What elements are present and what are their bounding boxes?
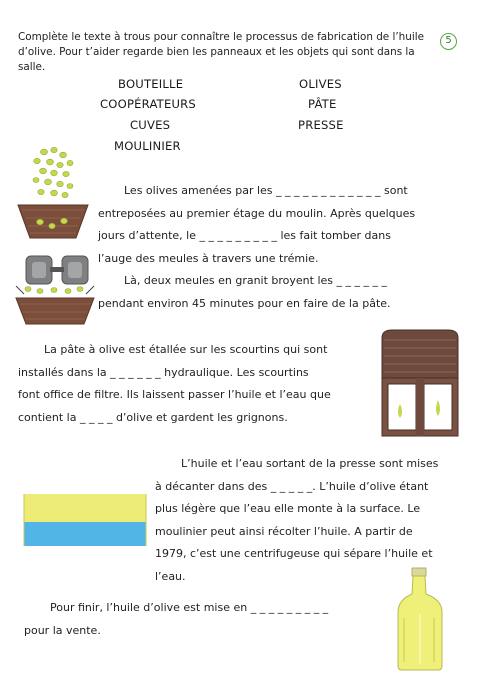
millstone-illustration xyxy=(15,255,95,325)
instructions-line-2: d’olive. Pour t’aider regarde bien les p… xyxy=(18,46,415,73)
p3-line-4: moulinier peut ainsi récolter l’huile. A… xyxy=(155,524,413,538)
p4-line-1: Pour finir, l’huile d’olive est mise en … xyxy=(50,601,329,614)
press-top xyxy=(381,329,459,379)
falling-olives xyxy=(32,147,74,198)
olive-basket-illustration xyxy=(17,147,89,239)
paragraph-olive-arrival: Les olives amenées par les _ _ _ _ _ _ _… xyxy=(98,180,425,316)
instructions: Complète le texte à trous pour connaître… xyxy=(18,30,438,75)
paste-olives xyxy=(24,286,84,294)
p1-line-4: l’auge des meules à travers une trémie. xyxy=(98,251,319,265)
p3-line-2: à décanter dans des _ _ _ _ _. L’huile d… xyxy=(155,479,429,493)
p2-line-1: La pâte à olive est étallée sur les scou… xyxy=(44,343,328,356)
p1-line-2: entreposées au premier étage du moulin. … xyxy=(98,206,416,220)
mill-trough xyxy=(15,297,95,325)
press-illustration xyxy=(381,329,459,437)
word-bank-pate: PÂTE xyxy=(308,97,337,111)
p1-line-6: pendant environ 45 minutes pour en faire… xyxy=(98,296,391,310)
word-bank-moulinier: MOULINIER xyxy=(114,139,181,153)
paragraph-press: La pâte à olive est étallée sur les scou… xyxy=(18,339,370,429)
word-bank-bouteille: BOUTEILLE xyxy=(118,77,184,91)
p4-line-2: pour la vente. xyxy=(24,623,101,637)
p3-line-3: plus légère que l’eau elle monte à la su… xyxy=(155,502,421,516)
word-bank-cuves: CUVES xyxy=(130,118,171,132)
water-layer xyxy=(24,522,146,546)
decanting-tank-illustration xyxy=(23,494,147,546)
p1-line-3: jours d’attente, le _ _ _ _ _ _ _ _ _ le… xyxy=(98,229,391,243)
word-bank-cooperateurs: COOPÉRATEURS xyxy=(100,97,196,111)
p2-line-2: installés dans la _ _ _ _ _ _ hydrauliqu… xyxy=(18,365,309,379)
p1-line-5: Là, deux meules en granit broyent les _ … xyxy=(124,274,388,288)
oil-layer xyxy=(24,494,146,522)
p3-line-1: L’huile et l’eau sortant de la presse so… xyxy=(181,457,439,470)
instructions-line-1: Complète le texte à trous pour connaître… xyxy=(18,31,425,43)
p3-line-5: 1979, c’est une centrifugeuse qui sépare… xyxy=(155,547,433,561)
page-number-badge: 5 xyxy=(440,33,457,50)
bottle-cap xyxy=(411,567,427,577)
word-bank-olives: OLIVES xyxy=(299,77,342,91)
oil-bottle-illustration xyxy=(397,567,443,671)
p1-line-1: Les olives amenées par les _ _ _ _ _ _ _… xyxy=(124,184,408,197)
paragraph-bottling: Pour finir, l’huile d’olive est mise en … xyxy=(24,597,384,642)
millstone-axle xyxy=(50,267,64,272)
p2-line-3: font office de filtre. Ils laissent pass… xyxy=(18,388,331,402)
p2-line-4: contient la _ _ _ _ d’olive et gardent l… xyxy=(18,410,288,424)
word-bank-presse: PRESSE xyxy=(298,118,344,132)
